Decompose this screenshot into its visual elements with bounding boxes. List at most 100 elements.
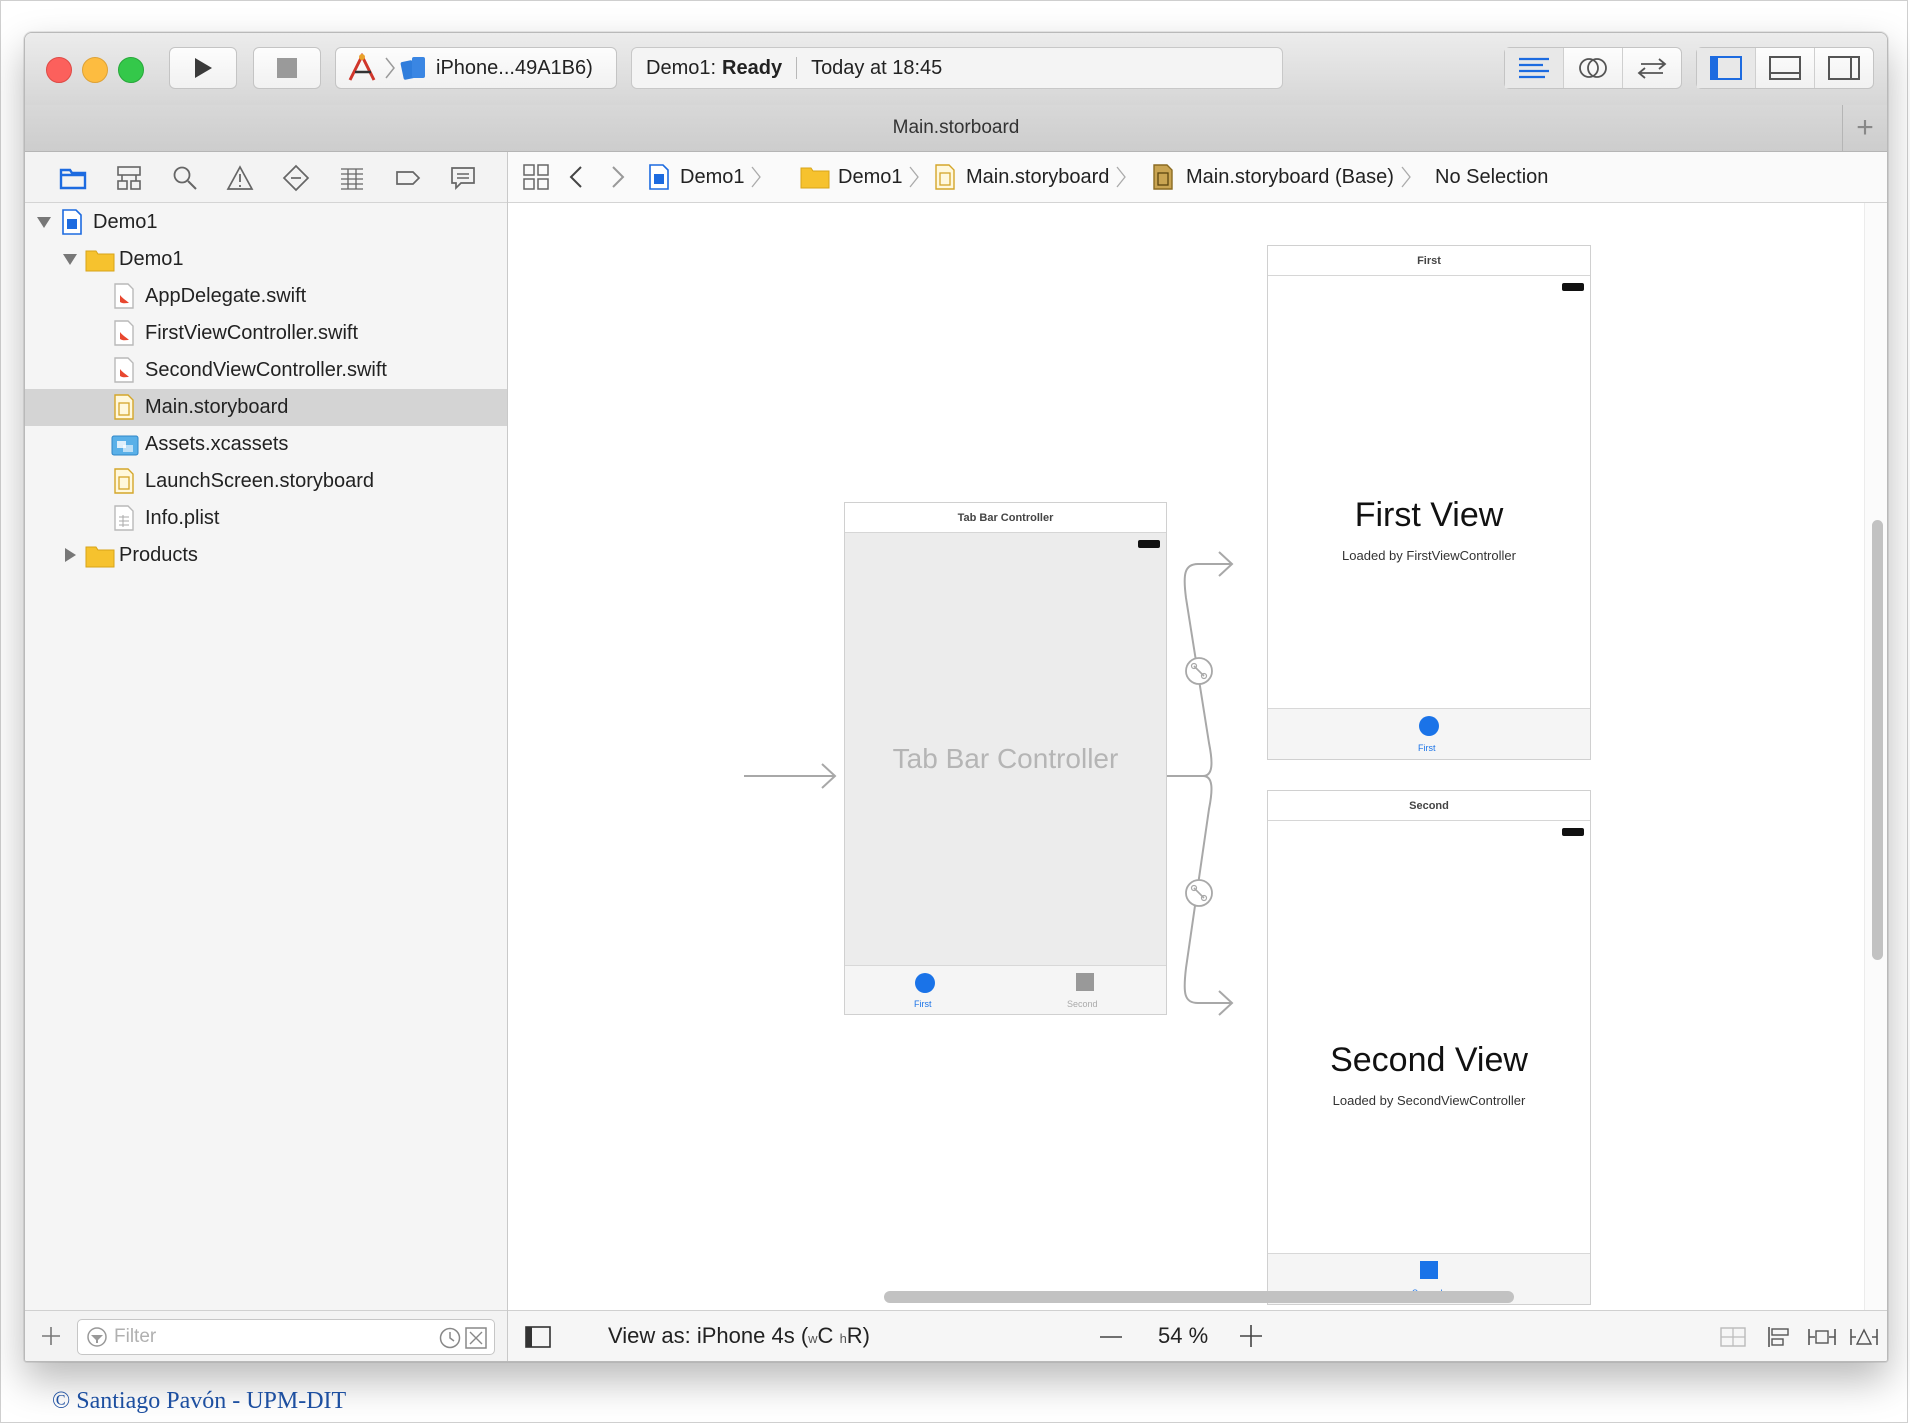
tree-item-label: Assets.xcassets (145, 433, 289, 455)
vertical-scrollbar[interactable] (1872, 520, 1883, 960)
back-button[interactable] (566, 152, 586, 202)
tree-item-file[interactable]: FirstViewController.swift (25, 315, 507, 352)
tree-item-file[interactable]: Assets.xcassets (25, 426, 507, 463)
tree-item-file[interactable]: AppDelegate.swift (25, 278, 507, 315)
toggle-debug-area-button[interactable] (1756, 48, 1815, 88)
run-button[interactable] (169, 47, 237, 89)
project-file-icon (649, 164, 669, 190)
scene-subtitle: Loaded by SecondViewController (1332, 1093, 1526, 1108)
battery-icon (1138, 540, 1160, 548)
issue-warning-icon[interactable] (226, 164, 254, 192)
storyboard-canvas[interactable]: Tab Bar Controller Tab Bar Controller Fi… (508, 203, 1887, 1311)
navigator-filter-bar: Filter (25, 1310, 507, 1361)
breakpoint-navigator-icon[interactable] (394, 164, 422, 192)
debug-panel-icon (1769, 56, 1801, 80)
tree-item-file[interactable]: LaunchScreen.storyboard (25, 463, 507, 500)
recent-files-clock-icon[interactable] (438, 1326, 462, 1350)
editor-mode-segment (1504, 47, 1682, 89)
height-class-prefix: h (839, 1331, 847, 1346)
forward-button[interactable] (608, 152, 628, 202)
disclosure-expanded-icon[interactable] (63, 254, 77, 265)
zoom-window-button[interactable] (118, 57, 144, 83)
add-icon[interactable] (39, 1324, 63, 1348)
view-as-device-button[interactable]: View as: iPhone 4s (wC hR) (608, 1323, 870, 1349)
folder-navigator-icon[interactable] (59, 164, 87, 192)
tree-item-file[interactable]: Info.plist (25, 500, 507, 537)
jump-bar-crumb-label: Main.storyboard (966, 165, 1110, 188)
relationship-segue-icon[interactable] (1185, 657, 1213, 685)
toggle-navigator-button[interactable] (1697, 48, 1756, 88)
resolve-autolayout-issues-icon[interactable] (1849, 1325, 1879, 1349)
scheme-selector[interactable]: iPhone...49A1B6) (335, 47, 617, 89)
second-view-scene[interactable]: Second Second View Loaded by SecondViewC… (1267, 790, 1591, 1305)
tree-item-folder[interactable]: Products (25, 537, 507, 574)
jump-bar-crumb-selection[interactable]: No Selection (1435, 152, 1548, 202)
chevron-right-icon (751, 166, 762, 188)
debug-navigator-icon[interactable] (338, 164, 366, 192)
tree-item-label: LaunchScreen.storyboard (145, 470, 375, 492)
horizontal-scrollbar[interactable] (884, 1291, 1514, 1303)
minimize-window-button[interactable] (82, 57, 108, 83)
scm-status-filter-icon[interactable] (464, 1326, 488, 1350)
related-items-button[interactable] (522, 152, 550, 202)
standard-editor-icon (1519, 57, 1549, 79)
tab-second-icon (1420, 1261, 1438, 1279)
version-editor-button[interactable] (1623, 48, 1681, 88)
tree-item-label: Products (119, 544, 198, 566)
disclosure-expanded-icon[interactable] (37, 217, 51, 228)
jump-bar-crumb-folder[interactable]: Demo1 (800, 152, 920, 202)
tree-item-file[interactable]: SecondViewController.swift (25, 352, 507, 389)
tree-item-file-selected[interactable]: Main.storyboard (25, 389, 507, 426)
disclosure-collapsed-icon[interactable] (65, 548, 76, 562)
jump-bar-crumb-base[interactable]: Main.storyboard (Base) (1152, 152, 1412, 202)
storyboard-editor: Demo1 Demo1 Main.storyboard Main.storybo… (508, 152, 1887, 1361)
folder-icon (85, 546, 115, 568)
swift-file-icon (114, 357, 134, 383)
document-outline-toggle-icon[interactable] (524, 1325, 552, 1349)
align-constraints-icon[interactable] (1765, 1325, 1793, 1349)
tree-item-project[interactable]: Demo1 (25, 204, 507, 241)
zoom-level[interactable]: 54 % (1158, 1323, 1208, 1349)
tree-item-label: Demo1 (119, 248, 184, 270)
chevron-right-icon (1401, 166, 1411, 188)
jump-bar-crumb-label: No Selection (1435, 165, 1549, 188)
tab-bar-controller-scene[interactable]: Tab Bar Controller Tab Bar Controller Fi… (844, 502, 1167, 1015)
standard-editor-button[interactable] (1505, 48, 1564, 88)
copyright-footer: © Santiago Pavón - UPM-DIT (52, 1388, 347, 1414)
filter-placeholder: Filter (114, 1326, 157, 1347)
activity-viewer: Demo1: Ready Today at 18:45 (631, 47, 1283, 89)
folder-icon (85, 250, 115, 272)
first-view-scene[interactable]: First First View Loaded by FirstViewCont… (1267, 245, 1591, 760)
jump-bar-crumb-project[interactable]: Demo1 (648, 152, 762, 202)
battery-icon (1562, 283, 1584, 291)
activity-separator (796, 57, 798, 79)
pin-constraints-icon[interactable] (1807, 1325, 1837, 1349)
activity-project-label: Demo1: (646, 56, 717, 79)
tab-first-label: First (914, 999, 932, 1009)
tree-item-folder[interactable]: Demo1 (25, 241, 507, 278)
symbol-navigator-icon[interactable] (115, 164, 143, 192)
utilities-panel-icon (1828, 56, 1860, 80)
storyboard-file-icon (114, 468, 134, 494)
test-navigator-icon[interactable] (282, 164, 310, 192)
close-window-button[interactable] (46, 57, 72, 83)
tree-item-label: Info.plist (145, 507, 220, 529)
relationship-segue-icon[interactable] (1185, 879, 1213, 907)
embed-in-stack-icon[interactable] (1719, 1325, 1747, 1349)
toggle-utilities-button[interactable] (1815, 48, 1873, 88)
jump-bar-crumb-file[interactable]: Main.storyboard (934, 152, 1127, 202)
storyboard-file-icon (114, 394, 134, 420)
zoom-in-icon[interactable] (1238, 1323, 1264, 1349)
tab-main-storyboard[interactable]: Main.storboard (893, 117, 1020, 139)
zoom-out-icon[interactable] (1098, 1325, 1124, 1349)
toolbar: iPhone...49A1B6) Demo1: Ready Today at 1… (25, 33, 1887, 106)
filter-input[interactable]: Filter (77, 1319, 495, 1355)
panel-toggle-segment (1696, 47, 1874, 89)
add-tab-button[interactable]: + (1842, 105, 1887, 151)
scene-heading: First View (1354, 496, 1504, 534)
search-icon[interactable] (171, 164, 199, 192)
swift-file-icon (114, 320, 134, 346)
report-navigator-icon[interactable] (449, 164, 477, 192)
assistant-editor-button[interactable] (1564, 48, 1623, 88)
stop-button[interactable] (253, 47, 321, 89)
